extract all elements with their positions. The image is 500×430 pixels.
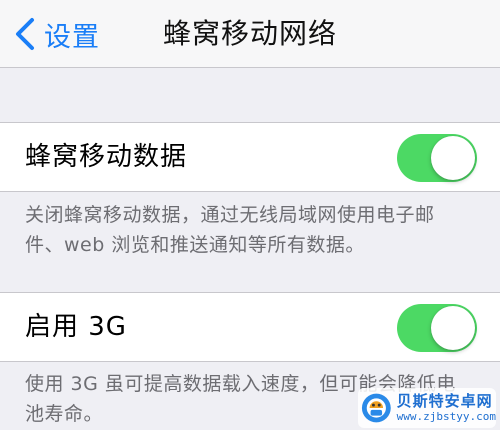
enable-3g-toggle[interactable]: [397, 304, 477, 352]
cellular-data-label: 蜂窝移动数据: [25, 142, 188, 172]
toggle-knob: [431, 306, 475, 350]
cellular-data-row: 蜂窝移动数据: [0, 122, 500, 192]
cellular-data-toggle[interactable]: [397, 134, 477, 182]
watermark-url: www.zjbstyy.com: [396, 410, 496, 423]
watermark-name: 贝斯特安卓网: [396, 392, 493, 410]
page-title: 蜂窝移动网络: [162, 17, 337, 50]
navigation-bar: 设置 蜂窝移动网络: [0, 0, 500, 68]
cellular-data-footnote: 关闭蜂窝移动数据，通过无线局域网使用电子邮件、web 浏览和推送通知等所有数据。: [25, 204, 435, 256]
site-watermark: 贝斯特安卓网 www.zjbstyy.com: [358, 388, 496, 428]
site-logo-icon: [361, 393, 391, 423]
enable-3g-row: 启用 3G: [0, 292, 500, 362]
toggle-knob: [431, 136, 475, 180]
enable-3g-label: 启用 3G: [25, 312, 127, 342]
watermark-text: 贝斯特安卓网 www.zjbstyy.com: [397, 392, 496, 424]
